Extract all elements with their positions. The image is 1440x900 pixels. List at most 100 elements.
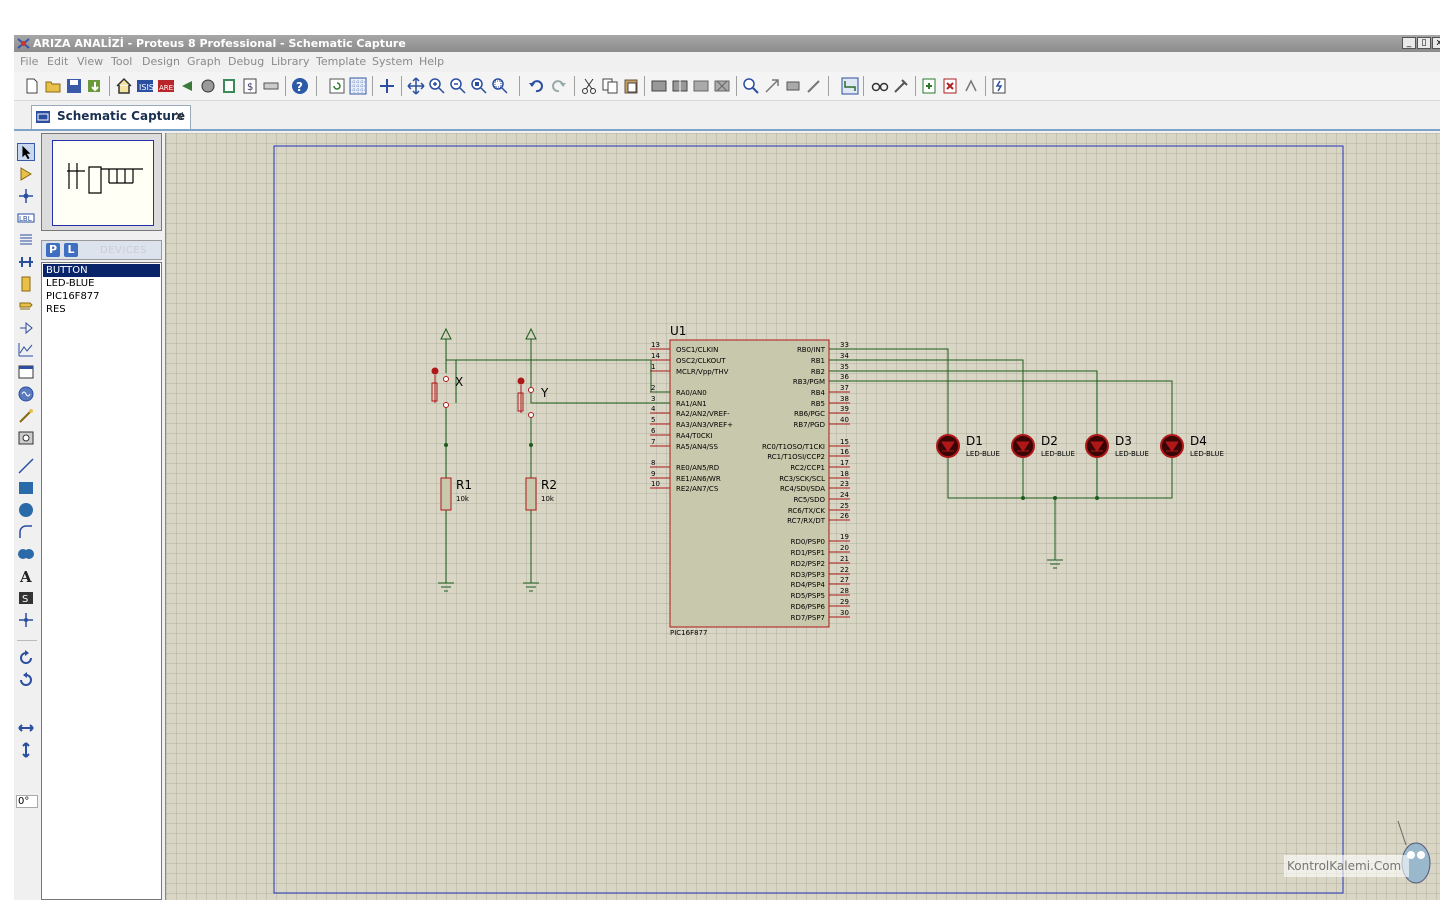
open-folder-icon[interactable] xyxy=(44,77,62,95)
electrical-check-icon[interactable] xyxy=(990,77,1008,95)
menu-graph[interactable]: Graph xyxy=(187,55,221,68)
device-item-button[interactable]: BUTTON xyxy=(43,264,160,277)
device-item-res[interactable]: RES xyxy=(43,303,160,316)
bus-icon[interactable] xyxy=(17,253,35,271)
copy-icon[interactable] xyxy=(601,77,619,95)
terminals-icon[interactable] xyxy=(17,297,35,315)
subcircuit-icon[interactable] xyxy=(17,275,35,293)
zoom-in-icon[interactable] xyxy=(428,77,446,95)
probe-icon[interactable] xyxy=(17,407,35,425)
pick-devices-button[interactable]: P xyxy=(46,243,60,257)
refresh-icon[interactable] xyxy=(328,77,346,95)
maximize-button[interactable]: ▯ xyxy=(1417,37,1431,49)
tab-close-icon[interactable]: × xyxy=(174,109,185,124)
led-d1[interactable]: D1 LED-BLUE xyxy=(936,434,1000,458)
mirror-vertical-icon[interactable] xyxy=(17,741,35,759)
led-d4[interactable]: D4 LED-BLUE xyxy=(1160,434,1224,458)
virtual-instrument-icon[interactable] xyxy=(17,429,35,447)
package-tool-icon[interactable] xyxy=(784,77,802,95)
device-item-led-blue[interactable]: LED-BLUE xyxy=(43,277,160,290)
cost-icon[interactable]: $ xyxy=(241,77,259,95)
zoom-out-icon[interactable] xyxy=(449,77,467,95)
property-tool-icon[interactable] xyxy=(892,77,910,95)
graph-icon[interactable] xyxy=(17,341,35,359)
circle-tool-icon[interactable] xyxy=(17,501,35,519)
resistor-r2[interactable]: R2 10k xyxy=(525,477,557,511)
rotate-anticlockwise-icon[interactable] xyxy=(17,671,35,689)
bom-icon[interactable] xyxy=(220,77,238,95)
zoom-all-icon[interactable] xyxy=(470,77,488,95)
zoom-area-icon[interactable] xyxy=(491,77,509,95)
undo-icon[interactable] xyxy=(527,77,545,95)
overview-window[interactable] xyxy=(41,133,162,231)
arc-tool-icon[interactable] xyxy=(17,523,35,541)
mirror-horizontal-icon[interactable] xyxy=(17,719,35,737)
pcb-layout-icon[interactable]: ARES xyxy=(157,77,175,95)
schematic-canvas[interactable]: U1 PIC16F877 13 OSC1/CLKIN 14 OSC2/CLKOUT 1 M… xyxy=(165,133,1440,900)
grid-toggle-icon[interactable] xyxy=(349,77,367,95)
help-icon[interactable]: ? xyxy=(291,77,309,95)
make-device-icon[interactable] xyxy=(763,77,781,95)
component-icon[interactable] xyxy=(199,77,217,95)
menu-system[interactable]: System xyxy=(372,55,413,68)
exit-to-parent-icon[interactable] xyxy=(962,77,980,95)
text-tool-icon[interactable]: A xyxy=(17,567,35,585)
menu-help[interactable]: Help xyxy=(419,55,444,68)
origin-icon[interactable] xyxy=(378,77,396,95)
paste-icon[interactable] xyxy=(622,77,640,95)
line-tool-icon[interactable] xyxy=(17,457,35,475)
button-x[interactable]: X xyxy=(431,367,464,408)
junction-dot-icon[interactable] xyxy=(17,187,35,205)
search-tag-icon[interactable] xyxy=(871,77,889,95)
home-icon[interactable] xyxy=(115,77,133,95)
rotate-clockwise-icon[interactable] xyxy=(17,649,35,667)
selection-mode-icon[interactable] xyxy=(17,143,35,161)
menu-edit[interactable]: Edit xyxy=(47,55,68,68)
cut-icon[interactable] xyxy=(580,77,598,95)
component-mode-icon[interactable] xyxy=(17,165,35,183)
redo-icon[interactable] xyxy=(550,77,568,95)
pick-device-icon[interactable] xyxy=(742,77,760,95)
gerber-icon[interactable] xyxy=(262,77,280,95)
box-tool-icon[interactable] xyxy=(17,479,35,497)
symbol-tool-icon[interactable]: S xyxy=(17,589,35,607)
block-move-icon[interactable] xyxy=(671,77,689,95)
resistor-r1[interactable]: R1 10k xyxy=(440,477,472,511)
schematic-icon[interactable]: ISIS xyxy=(136,77,154,95)
new-file-icon[interactable] xyxy=(23,77,41,95)
menu-tool[interactable]: Tool xyxy=(111,55,132,68)
button-y[interactable]: Y xyxy=(517,377,550,418)
tape-recorder-icon[interactable] xyxy=(17,363,35,381)
mcu-u1[interactable]: U1 PIC16F877 13 OSC1/CLKIN 14 OSC2/CLKOUT 1 M… xyxy=(650,324,850,637)
import-icon[interactable] xyxy=(86,77,104,95)
pan-icon[interactable] xyxy=(407,77,425,95)
save-icon[interactable] xyxy=(65,77,83,95)
new-sheet-icon[interactable] xyxy=(920,77,938,95)
device-item-pic16f877[interactable]: PIC16F877 xyxy=(43,290,160,303)
decompose-icon[interactable] xyxy=(805,77,823,95)
menu-view[interactable]: View xyxy=(77,55,103,68)
device-pins-icon[interactable] xyxy=(17,319,35,337)
minimize-button[interactable]: _ xyxy=(1402,37,1416,49)
menu-library[interactable]: Library xyxy=(271,55,309,68)
path-tool-icon[interactable] xyxy=(17,545,35,563)
marker-tool-icon[interactable] xyxy=(17,611,35,629)
tab-schematic-capture[interactable]: Schematic Capture × xyxy=(31,105,191,129)
text-script-icon[interactable] xyxy=(17,231,35,249)
wire-autorouter-icon[interactable] xyxy=(841,77,859,95)
menu-file[interactable]: File xyxy=(20,55,38,68)
menu-template[interactable]: Template xyxy=(316,55,366,68)
library-manager-button[interactable]: L xyxy=(64,243,78,257)
rotation-angle-field[interactable]: 0° xyxy=(16,795,38,808)
back-icon[interactable] xyxy=(178,77,196,95)
led-d2[interactable]: D2 LED-BLUE xyxy=(1011,434,1075,458)
led-d3[interactable]: D3 LED-BLUE xyxy=(1085,434,1149,458)
remove-sheet-icon[interactable] xyxy=(941,77,959,95)
block-copy-icon[interactable] xyxy=(650,77,668,95)
wire-label-icon[interactable]: LBL xyxy=(17,209,35,227)
block-delete-icon[interactable] xyxy=(713,77,731,95)
menu-debug[interactable]: Debug xyxy=(228,55,264,68)
block-rotate-icon[interactable] xyxy=(692,77,710,95)
close-window-button[interactable]: x xyxy=(1432,37,1440,49)
menu-design[interactable]: Design xyxy=(142,55,180,68)
